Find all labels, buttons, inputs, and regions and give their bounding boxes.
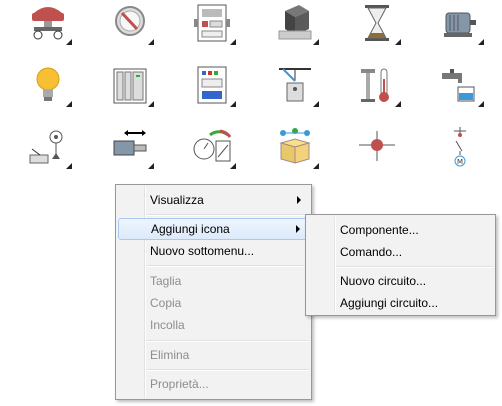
submenu-item-nuovo-circuito[interactable]: Nuovo circuito... — [308, 270, 493, 292]
menu-item-incolla[interactable]: Incolla — [118, 314, 309, 336]
menu-item-label: Aggiungi icona — [151, 222, 230, 236]
menu-item-copia[interactable]: Copia — [118, 292, 309, 314]
menu-item-label: Proprietà... — [150, 377, 209, 391]
menu-separator — [336, 266, 493, 268]
menu-item-aggiungi-icona[interactable]: Aggiungi icona — [118, 218, 309, 240]
submenu-item-componente[interactable]: Componente... — [308, 219, 493, 241]
electric-motor-icon[interactable] — [440, 3, 484, 45]
submenu-item-label: Nuovo circuito... — [340, 274, 427, 288]
menu-item-label: Copia — [150, 296, 182, 310]
menu-item-label: Incolla — [150, 318, 185, 332]
menu-item-visualizza[interactable]: Visualizza — [118, 189, 309, 211]
meter-instrument-icon[interactable] — [192, 127, 236, 169]
sensor-antenna-icon[interactable] — [28, 127, 72, 169]
gauge-knob-icon[interactable] — [110, 3, 154, 45]
submenu-item-aggiungi-circuito[interactable]: Aggiungi circuito... — [308, 292, 493, 314]
menu-item-label: Taglia — [150, 274, 182, 288]
cube-block-icon[interactable] — [275, 3, 319, 45]
menu-item-proprieta[interactable]: Proprietà... — [118, 373, 309, 395]
hourglass-icon[interactable] — [357, 3, 401, 45]
submenu-arrow-icon — [297, 196, 301, 204]
electrical-cabinet-icon[interactable] — [110, 65, 154, 107]
submenu-aggiungi-icona: Componente... Comando... Nuovo circuito.… — [305, 214, 496, 316]
menu-item-nuovo-sottomenu[interactable]: Nuovo sottomenu... — [118, 240, 309, 262]
emergency-stop-button-icon[interactable] — [28, 3, 72, 45]
thermometer-icon[interactable] — [357, 65, 401, 107]
submenu-item-label: Comando... — [340, 245, 403, 259]
svg-text:M: M — [457, 158, 463, 166]
submenu-item-label: Aggiungi circuito... — [340, 296, 439, 310]
menu-separator — [146, 265, 309, 267]
hoist-crane-icon[interactable] — [275, 65, 319, 107]
submenu-item-label: Componente... — [340, 223, 419, 237]
submenu-item-comando[interactable]: Comando... — [308, 241, 493, 263]
context-menu: Visualizza Aggiungi icona Nuovo sottomen… — [115, 184, 312, 400]
light-bulb-icon[interactable] — [28, 65, 72, 107]
menu-item-label: Nuovo sottomenu... — [150, 244, 255, 258]
circuit-node-icon[interactable] — [357, 127, 397, 167]
submenu-arrow-icon — [296, 225, 300, 233]
plc-module-icon[interactable] — [192, 65, 236, 107]
network-box-icon[interactable] — [275, 127, 319, 169]
menu-item-elimina[interactable]: Elimina — [118, 344, 309, 366]
menu-item-label: Elimina — [150, 348, 190, 362]
water-tap-level-icon[interactable] — [440, 65, 484, 107]
control-panel-icon[interactable] — [192, 3, 236, 45]
linear-actuator-icon[interactable] — [110, 127, 154, 169]
menu-separator — [146, 340, 309, 342]
menu-separator — [146, 369, 309, 371]
menu-item-label: Visualizza — [150, 193, 204, 207]
motor-contact-symbol-icon[interactable]: M — [440, 127, 480, 167]
menu-item-taglia[interactable]: Taglia — [118, 270, 309, 292]
menu-separator — [146, 214, 309, 216]
